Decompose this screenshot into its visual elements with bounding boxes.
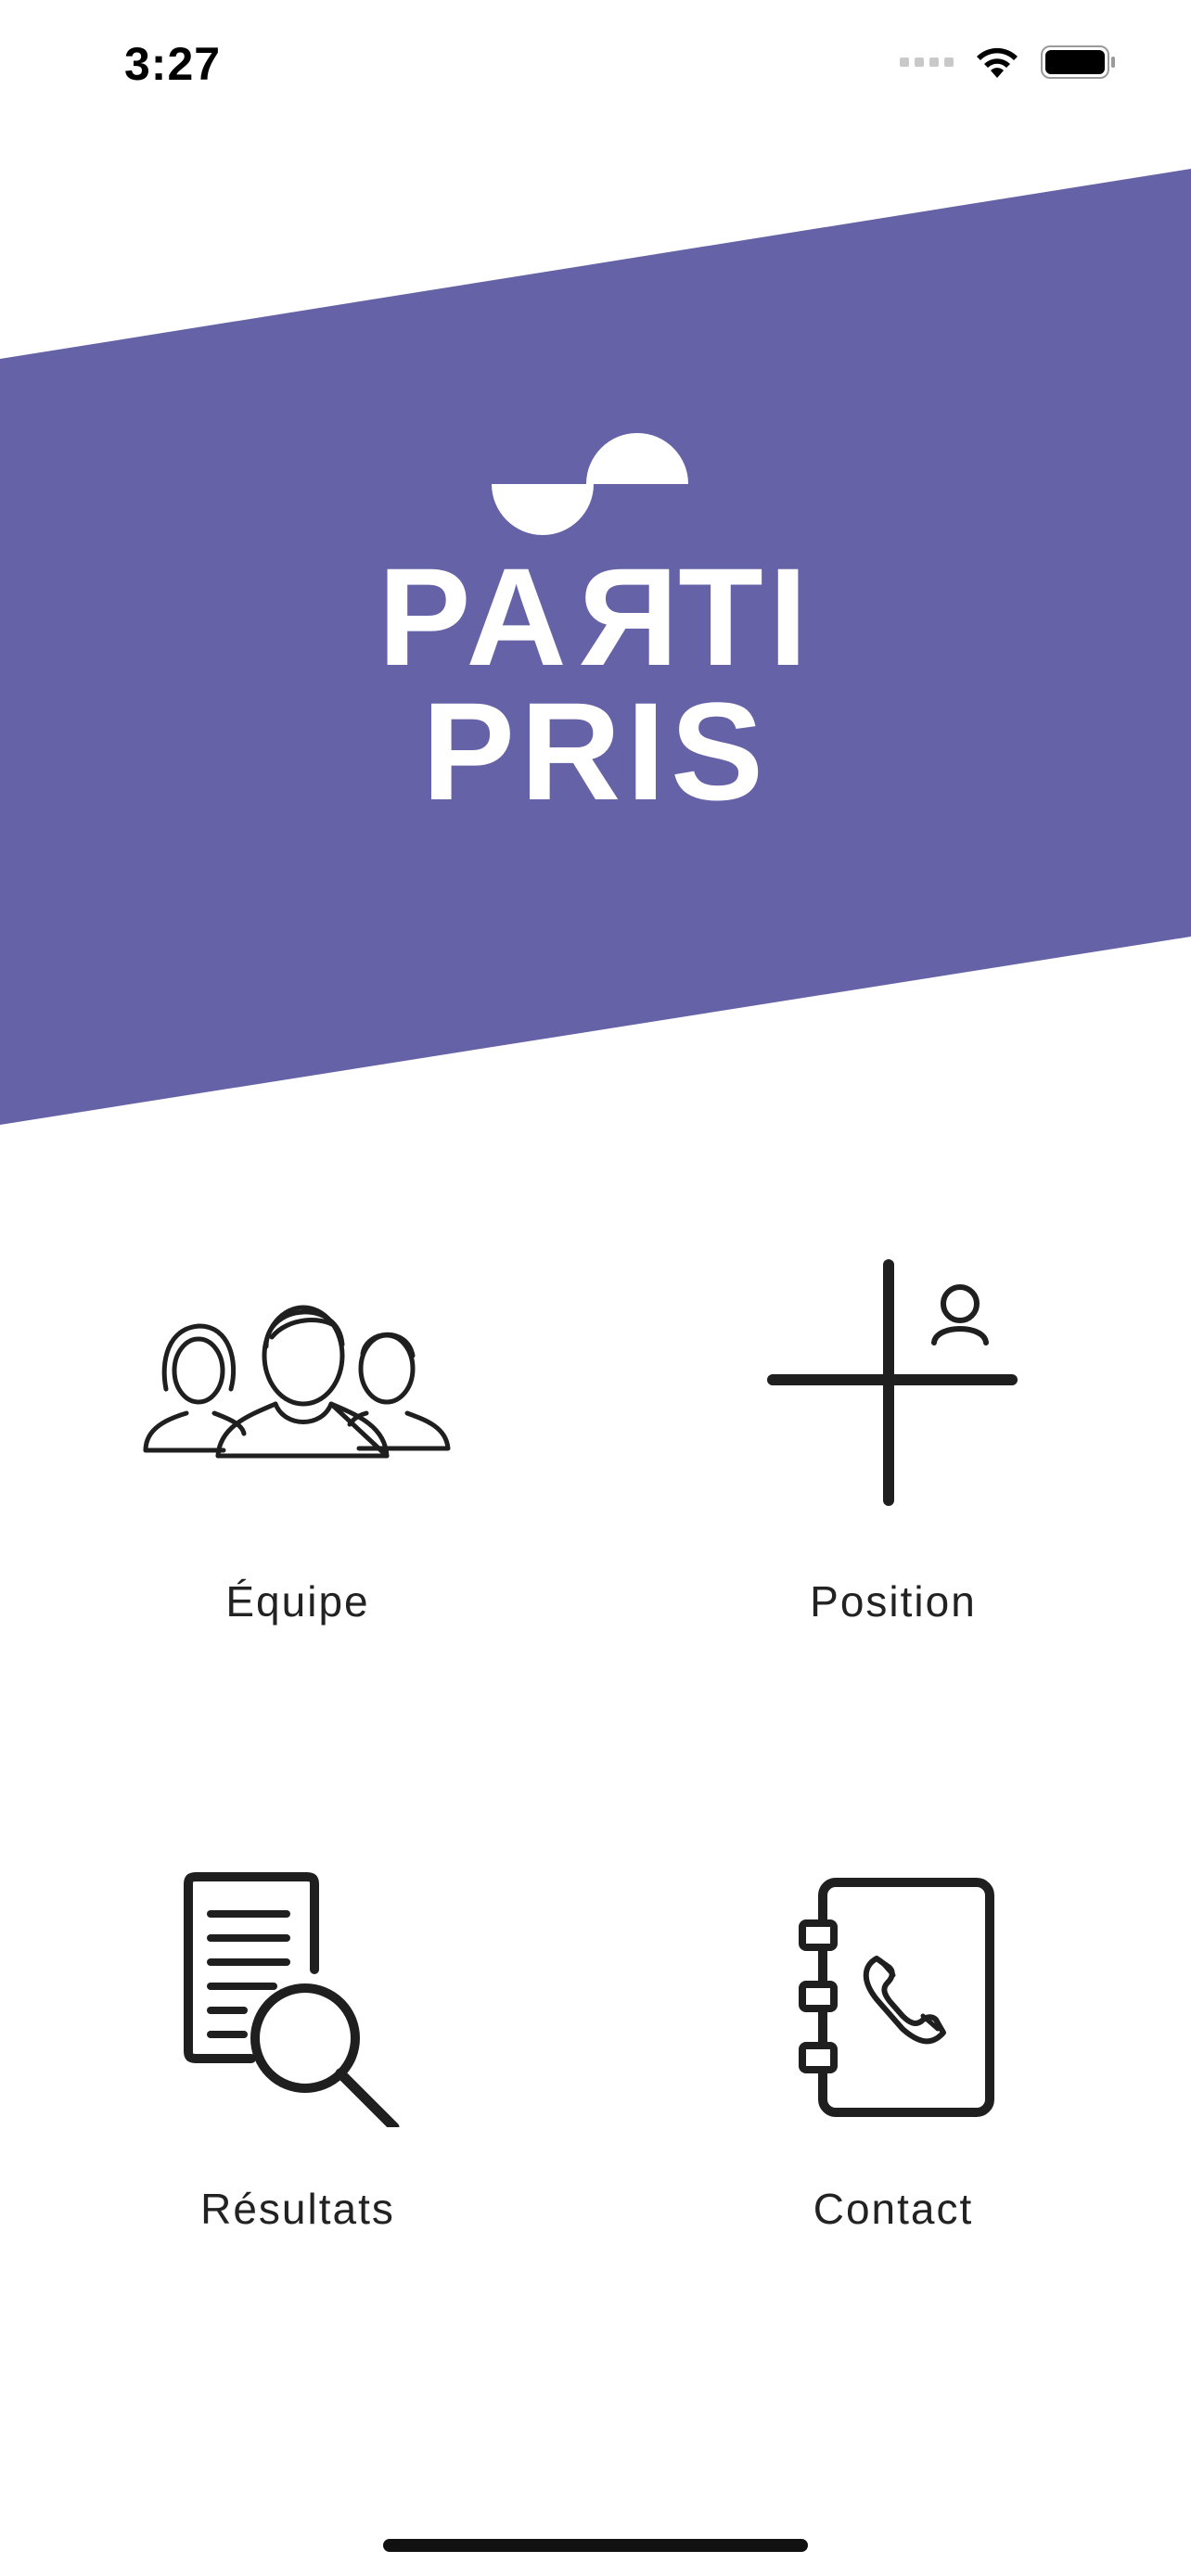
status-bar: 3:27 xyxy=(0,0,1191,130)
menu-item-contact[interactable]: Contact xyxy=(596,1836,1191,2355)
brand-banner: PARTI PRIS xyxy=(0,0,1191,1141)
document-search-icon xyxy=(0,1868,596,2127)
menu-label-equipe: Équipe xyxy=(225,1577,370,1626)
menu-item-resultats[interactable]: Résultats xyxy=(0,1836,596,2355)
wifi-icon xyxy=(974,45,1020,80)
menu-label-position: Position xyxy=(810,1577,977,1626)
menu-label-resultats: Résultats xyxy=(200,2185,395,2233)
brand-name-line1: PARTI xyxy=(378,539,813,695)
brand-name-line2: PRIS xyxy=(421,673,770,829)
home-indicator[interactable] xyxy=(383,2539,808,2552)
status-icons xyxy=(900,45,1117,80)
address-book-phone-icon xyxy=(596,1877,1191,2118)
menu-item-position[interactable]: Position xyxy=(596,1224,1191,1743)
position-crosshair-icon xyxy=(596,1257,1191,1508)
cellular-signal-icon xyxy=(900,57,954,67)
menu-item-equipe[interactable]: Équipe xyxy=(0,1224,596,1743)
team-icon xyxy=(0,1289,596,1474)
status-time: 3:27 xyxy=(124,38,222,90)
battery-icon xyxy=(1041,45,1117,80)
menu-label-contact: Contact xyxy=(813,2185,974,2233)
